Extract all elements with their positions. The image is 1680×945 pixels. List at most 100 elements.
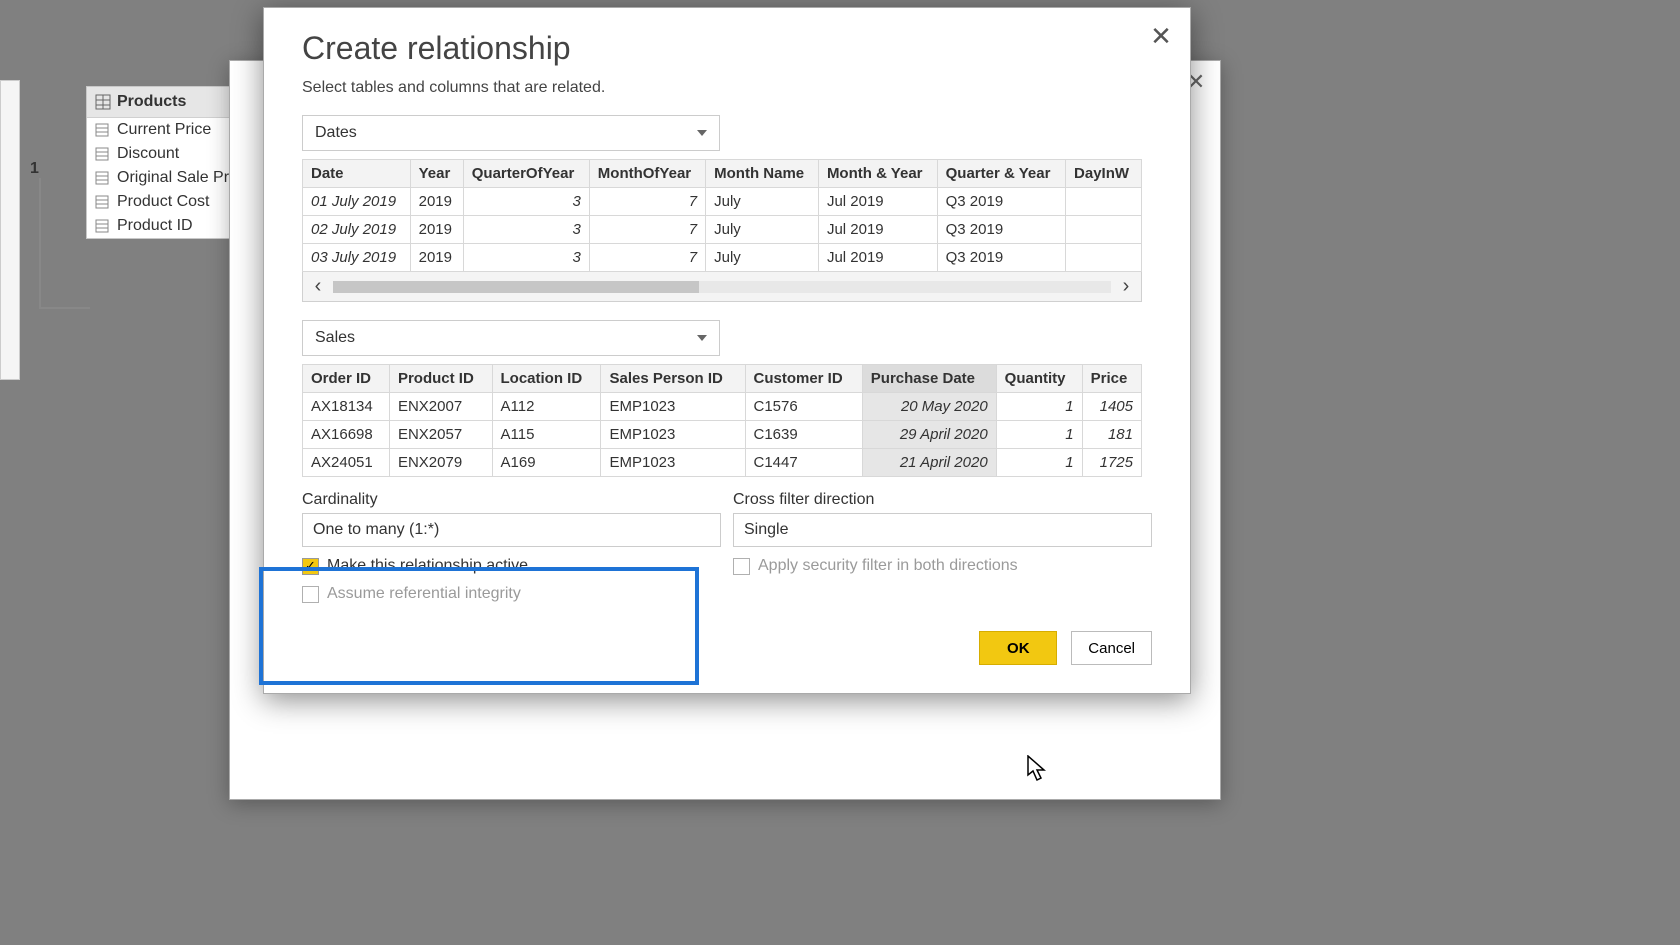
dialog-title: Create relationship <box>302 30 1152 67</box>
table-row[interactable]: AX18134 ENX2007 A112 EMP1023 C1576 20 Ma… <box>303 393 1142 421</box>
cell: 7 <box>589 244 705 272</box>
cell: 3 <box>463 188 589 216</box>
column-header[interactable]: MonthOfYear <box>589 160 705 188</box>
column-header[interactable]: Year <box>410 160 463 188</box>
cardinality-label-one: 1 <box>30 160 39 177</box>
cell: A169 <box>492 449 601 477</box>
table-row[interactable]: 03 July 2019 2019 3 7 July Jul 2019 Q3 2… <box>303 244 1142 272</box>
cell: 03 July 2019 <box>303 244 411 272</box>
chevron-down-icon <box>697 335 707 341</box>
cancel-button[interactable]: Cancel <box>1071 631 1152 665</box>
dialog-subtitle: Select tables and columns that are relat… <box>302 79 1152 97</box>
field-name: Original Sale Pri <box>117 169 233 187</box>
relationship-connector: 1 <box>30 160 90 318</box>
cell: 1 <box>996 421 1082 449</box>
table1-preview[interactable]: Date Year QuarterOfYear MonthOfYear Mont… <box>302 159 1142 272</box>
cell: Q3 2019 <box>937 216 1065 244</box>
crossfilter-select[interactable]: Single <box>733 513 1152 547</box>
column-header[interactable]: Month Name <box>706 160 819 188</box>
cell: July <box>706 188 819 216</box>
column-header[interactable]: Quarter & Year <box>937 160 1065 188</box>
column-icon <box>95 219 111 233</box>
scroll-thumb[interactable] <box>333 281 699 293</box>
create-relationship-dialog: ✕ Create relationship Select tables and … <box>263 7 1191 694</box>
column-icon <box>95 147 111 161</box>
checkbox-checked-icon[interactable]: ✓ <box>302 558 319 575</box>
cell <box>1066 216 1142 244</box>
column-header[interactable]: QuarterOfYear <box>463 160 589 188</box>
column-icon <box>95 123 111 137</box>
cell: 2019 <box>410 244 463 272</box>
table-row[interactable]: AX16698 ENX2057 A115 EMP1023 C1639 29 Ap… <box>303 421 1142 449</box>
security-checkbox-label: Apply security filter in both directions <box>758 557 1018 575</box>
cell: 3 <box>463 216 589 244</box>
table-row[interactable]: AX24051 ENX2079 A169 EMP1023 C1447 21 Ap… <box>303 449 1142 477</box>
column-header[interactable]: Purchase Date <box>862 365 996 393</box>
active-checkbox-label: Make this relationship active <box>327 557 528 575</box>
ok-button[interactable]: OK <box>979 631 1057 665</box>
cell: 7 <box>589 188 705 216</box>
column-header[interactable]: Customer ID <box>745 365 862 393</box>
cell: AX16698 <box>303 421 390 449</box>
cell: July <box>706 216 819 244</box>
cell: Q3 2019 <box>937 244 1065 272</box>
cell: ENX2079 <box>389 449 492 477</box>
cell: AX24051 <box>303 449 390 477</box>
active-checkbox-row[interactable]: ✓ Make this relationship active <box>302 557 721 575</box>
checkbox-empty-icon <box>302 586 319 603</box>
column-header[interactable]: DayInW <box>1066 160 1142 188</box>
cell: July <box>706 244 819 272</box>
scroll-right-icon[interactable]: › <box>1111 275 1141 298</box>
cell: 1 <box>996 449 1082 477</box>
column-icon <box>95 195 111 209</box>
cell: C1639 <box>745 421 862 449</box>
cell: 2019 <box>410 216 463 244</box>
cell: AX18134 <box>303 393 390 421</box>
cell: 3 <box>463 244 589 272</box>
column-header[interactable]: Sales Person ID <box>601 365 745 393</box>
cell: 20 May 2020 <box>862 393 996 421</box>
table2-select-value: Sales <box>315 329 355 347</box>
close-icon[interactable]: ✕ <box>1146 22 1176 52</box>
column-header[interactable]: Quantity <box>996 365 1082 393</box>
field-name: Product Cost <box>117 193 209 211</box>
column-header[interactable]: Product ID <box>389 365 492 393</box>
column-header[interactable]: Order ID <box>303 365 390 393</box>
column-header[interactable]: Date <box>303 160 411 188</box>
cardinality-select[interactable]: One to many (1:*) <box>302 513 721 547</box>
cell: EMP1023 <box>601 421 745 449</box>
cell: 181 <box>1082 421 1141 449</box>
cell: EMP1023 <box>601 449 745 477</box>
crossfilter-value: Single <box>744 521 788 539</box>
scroll-left-icon[interactable]: ‹ <box>303 275 333 298</box>
horizontal-scrollbar[interactable]: ‹ › <box>302 272 1142 302</box>
table1-select[interactable]: Dates <box>302 115 720 151</box>
cardinality-value: One to many (1:*) <box>313 521 439 539</box>
table-row[interactable]: 01 July 2019 2019 3 7 July Jul 2019 Q3 2… <box>303 188 1142 216</box>
field-name: Product ID <box>117 217 193 235</box>
column-icon <box>95 171 111 185</box>
cell: ENX2057 <box>389 421 492 449</box>
cardinality-label: Cardinality <box>302 491 721 509</box>
column-header[interactable]: Price <box>1082 365 1141 393</box>
table-row[interactable]: 02 July 2019 2019 3 7 July Jul 2019 Q3 2… <box>303 216 1142 244</box>
table2-preview[interactable]: Order ID Product ID Location ID Sales Pe… <box>302 364 1142 477</box>
column-header[interactable]: Month & Year <box>818 160 937 188</box>
cell: ENX2007 <box>389 393 492 421</box>
cell: Jul 2019 <box>818 216 937 244</box>
scroll-track[interactable] <box>333 281 1111 293</box>
cell: EMP1023 <box>601 393 745 421</box>
cell: 1725 <box>1082 449 1141 477</box>
cell <box>1066 188 1142 216</box>
cell: 02 July 2019 <box>303 216 411 244</box>
field-name: Current Price <box>117 121 211 139</box>
column-header[interactable]: Location ID <box>492 365 601 393</box>
integrity-checkbox-label: Assume referential integrity <box>327 585 521 603</box>
cell: Jul 2019 <box>818 244 937 272</box>
table2-select[interactable]: Sales <box>302 320 720 356</box>
cell: C1447 <box>745 449 862 477</box>
checkbox-empty-icon <box>733 558 750 575</box>
cardinality-section: Cardinality One to many (1:*) ✓ Make thi… <box>302 491 721 603</box>
cell: 1 <box>996 393 1082 421</box>
cell: C1576 <box>745 393 862 421</box>
